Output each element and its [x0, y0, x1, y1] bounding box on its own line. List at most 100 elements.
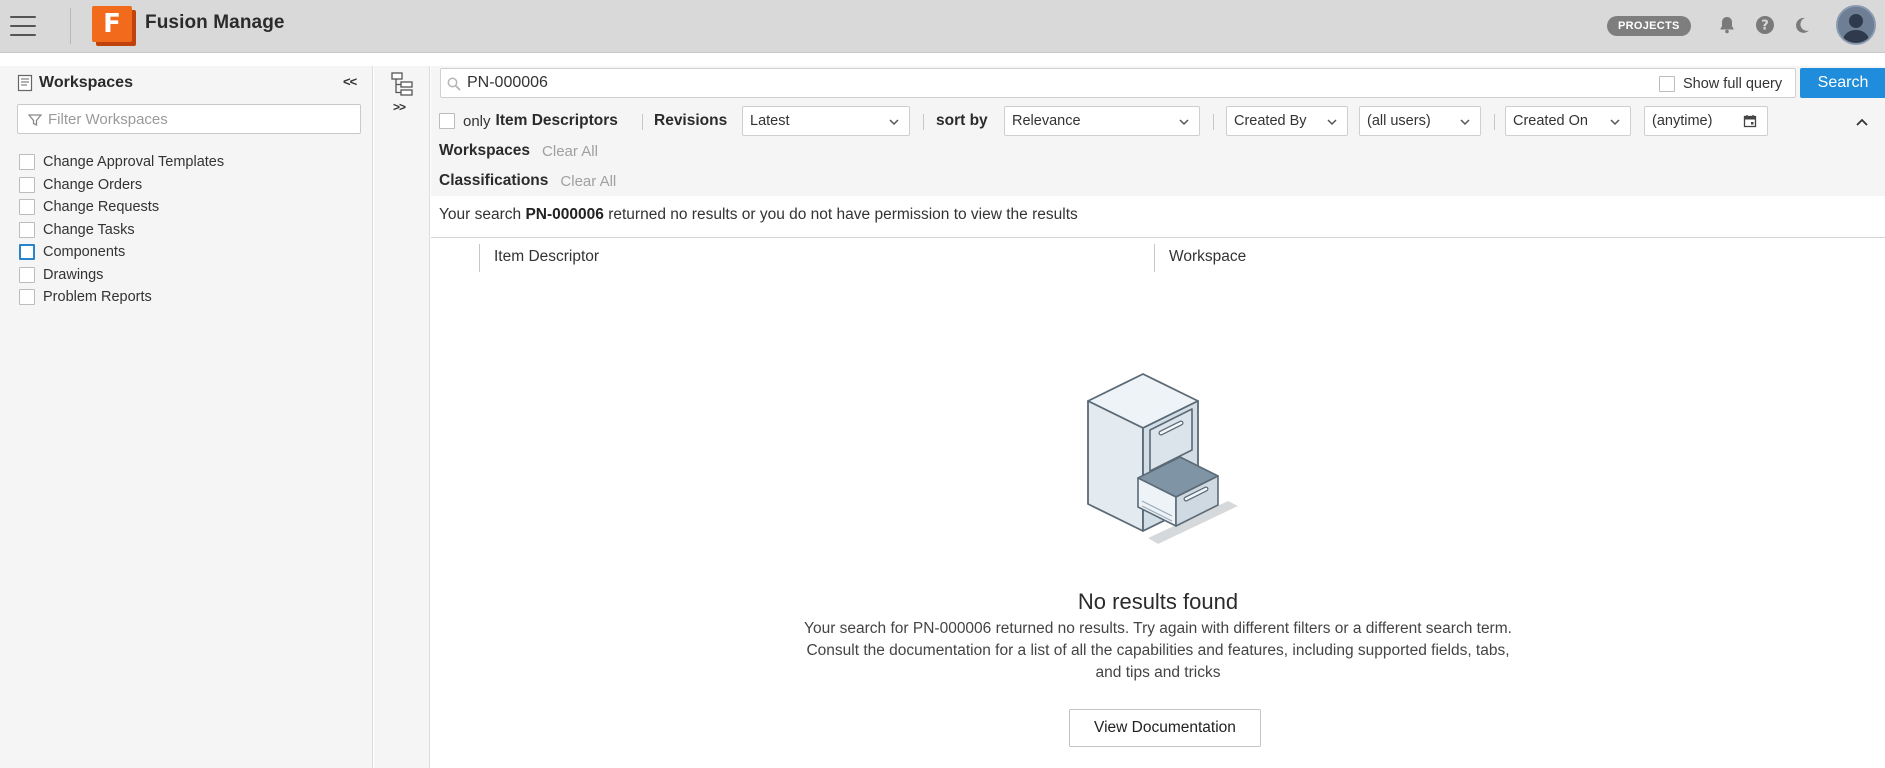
search-filter-row: only Item Descriptors Revisions Latest s…: [439, 106, 1879, 136]
tree-structure-icon[interactable]: [389, 71, 415, 97]
workspaces-facet: Workspaces Clear All: [439, 140, 598, 162]
workspaces-clear-all-link[interactable]: Clear All: [542, 143, 598, 160]
filter-divider: [1494, 114, 1495, 130]
created-on-select[interactable]: Created On: [1505, 106, 1631, 136]
calendar-icon[interactable]: [1743, 114, 1757, 128]
chevron-down-icon: [1460, 119, 1470, 126]
top-header: F Fusion Manage PROJECTS ?: [0, 0, 1885, 53]
workspace-checkbox[interactable]: [19, 221, 35, 238]
only-item-descriptors-checkbox[interactable]: [439, 113, 455, 129]
workspaces-facet-label: Workspaces: [439, 142, 531, 159]
revisions-select[interactable]: Latest: [742, 106, 910, 136]
sort-by-value: Relevance: [1012, 113, 1081, 129]
revisions-label-wrap: Revisions: [654, 106, 727, 136]
header-divider: [70, 8, 71, 44]
sidebar-spacer: [0, 53, 430, 66]
moon-icon[interactable]: [1792, 15, 1812, 35]
chevron-down-icon: [1179, 119, 1189, 126]
document-icon: [16, 74, 34, 92]
created-on-label: Created On: [1513, 113, 1588, 129]
workspace-label: Change Orders: [43, 176, 143, 193]
chevron-down-icon: [889, 119, 899, 126]
workspace-list: Change Approval Templates Change Orders …: [19, 151, 224, 309]
filter-divider: [923, 114, 924, 130]
app-logo[interactable]: F: [92, 6, 136, 46]
show-full-query-toggle[interactable]: Show full query: [1659, 76, 1782, 92]
results-divider: [431, 237, 1885, 238]
workspace-item[interactable]: Change Tasks: [19, 219, 224, 242]
no-results-title: No results found: [1077, 589, 1239, 614]
search-field[interactable]: Show full query: [440, 68, 1796, 98]
collapse-sidebar-button[interactable]: <<: [343, 74, 357, 89]
workspace-item[interactable]: Problem Reports: [19, 286, 224, 309]
workspace-label: Problem Reports: [43, 289, 152, 306]
revisions-label: Revisions: [654, 112, 728, 129]
chevron-up-icon[interactable]: [1854, 114, 1870, 130]
chevron-down-icon: [1327, 119, 1337, 126]
users-value: (all users): [1367, 113, 1431, 129]
app-title: Fusion Manage: [145, 12, 285, 33]
workspace-label: Change Tasks: [43, 221, 135, 238]
workspaces-sidebar: Workspaces << Change Approval Templates …: [0, 66, 373, 768]
only-item-descriptors-toggle[interactable]: only Item Descriptors: [439, 106, 618, 136]
result-message: Your search PN-000006 returned no result…: [439, 206, 1078, 226]
help-icon[interactable]: ?: [1755, 15, 1775, 35]
workspace-label: Components: [43, 244, 126, 261]
classifications-facet-label: Classifications: [439, 172, 549, 189]
hamburger-icon[interactable]: [10, 16, 36, 36]
column-header-workspace[interactable]: Workspace: [1169, 244, 1246, 270]
workspace-item[interactable]: Change Orders: [19, 174, 224, 197]
search-main: Show full query Search only Item Descrip…: [431, 66, 1885, 768]
projects-button[interactable]: PROJECTS: [1607, 16, 1691, 36]
item-descriptors-label: Item Descriptors: [495, 112, 618, 129]
workspaces-title: Workspaces: [39, 74, 133, 91]
classification-tree-column: >>: [374, 66, 430, 768]
workspace-checkbox[interactable]: [19, 176, 35, 193]
users-select[interactable]: (all users): [1359, 106, 1481, 136]
show-full-query-label: Show full query: [1683, 76, 1783, 92]
workspace-label: Change Requests: [43, 199, 160, 216]
sort-by-select[interactable]: Relevance: [1004, 106, 1200, 136]
only-label: only: [463, 112, 491, 130]
workspace-item[interactable]: Change Approval Templates: [19, 151, 224, 174]
view-documentation-button[interactable]: View Documentation: [1069, 709, 1261, 747]
workspace-checkbox[interactable]: [19, 199, 35, 216]
workspace-label: Drawings: [43, 266, 104, 283]
classifications-clear-all-link[interactable]: Clear All: [560, 173, 616, 190]
show-full-query-checkbox[interactable]: [1659, 76, 1675, 92]
workspace-item[interactable]: Components: [19, 241, 224, 264]
no-results-line: and tips and tricks: [1095, 664, 1221, 681]
date-range-input[interactable]: (anytime): [1644, 106, 1768, 136]
result-message-suffix: returned no results or you do not have p…: [608, 206, 1078, 223]
workspace-checkbox[interactable]: [19, 266, 35, 283]
filter-workspaces-field[interactable]: [17, 104, 361, 134]
no-results-description: Your search for PN-000006 returned no re…: [431, 618, 1885, 684]
column-header-item-descriptor[interactable]: Item Descriptor: [494, 244, 599, 270]
sort-by-label-wrap: sort by: [936, 106, 988, 136]
workspace-checkbox[interactable]: [19, 289, 35, 306]
filter-divider: [642, 114, 643, 130]
search-panel: Show full query Search only Item Descrip…: [431, 66, 1885, 196]
column-divider: [479, 244, 480, 272]
workspace-item[interactable]: Change Requests: [19, 196, 224, 219]
svg-text:?: ?: [1761, 19, 1769, 34]
search-button[interactable]: Search: [1800, 68, 1885, 98]
search-input[interactable]: [467, 73, 1467, 93]
bell-icon[interactable]: [1717, 15, 1737, 35]
chevron-down-icon: [1610, 119, 1620, 126]
workspace-item[interactable]: Drawings: [19, 264, 224, 287]
result-message-prefix: Your search: [439, 206, 522, 223]
funnel-icon: [27, 113, 43, 127]
created-by-select[interactable]: Created By: [1226, 106, 1348, 136]
avatar[interactable]: [1836, 5, 1876, 45]
sort-by-label: sort by: [936, 112, 988, 129]
filter-divider: [1213, 114, 1214, 130]
created-by-label: Created By: [1234, 113, 1307, 129]
workspace-checkbox[interactable]: [19, 244, 35, 261]
column-divider: [1154, 244, 1155, 272]
filter-workspaces-input[interactable]: [48, 109, 348, 129]
expand-tree-button[interactable]: >>: [393, 100, 406, 114]
workspace-checkbox[interactable]: [19, 154, 35, 171]
classifications-facet: Classifications Clear All: [439, 170, 616, 192]
no-results-line: Your search for PN-000006 returned no re…: [804, 620, 1512, 637]
